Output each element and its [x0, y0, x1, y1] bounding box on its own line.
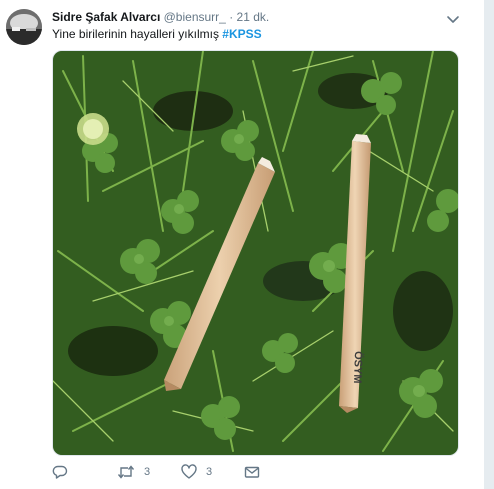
separator-dot: ·	[229, 10, 234, 24]
retweet-button[interactable]: 3	[117, 463, 150, 481]
tweet-actions: 3 3	[52, 463, 472, 481]
pencil-brand-label: ÖSYM	[351, 351, 365, 384]
author-name[interactable]: Sidre Şafak Alvarcı	[52, 10, 160, 24]
reply-button[interactable]	[52, 463, 77, 481]
envelope-icon	[244, 466, 260, 478]
like-count: 3	[206, 466, 213, 478]
author-handle[interactable]: @biensurr_	[164, 10, 226, 24]
tweet-text: Yine birilerinin hayalleri yıkılmış #KPS…	[52, 27, 262, 41]
direct-message-button[interactable]	[244, 463, 260, 481]
retweet-icon	[117, 465, 135, 479]
tweet-photo[interactable]: ÖSYM	[52, 50, 459, 456]
avatar[interactable]	[6, 9, 42, 45]
like-button[interactable]: 3	[181, 463, 212, 481]
hashtag-link[interactable]: #KPSS	[222, 27, 261, 41]
retweet-count: 3	[144, 466, 151, 478]
heart-icon	[181, 464, 197, 479]
tweet-timestamp[interactable]: 21 dk.	[237, 10, 270, 24]
photo-grass-and-pencils: ÖSYM	[53, 51, 458, 455]
tweet-header: Sidre Şafak Alvarcı @biensurr_ · 21 dk.	[52, 10, 269, 24]
reply-icon	[52, 465, 68, 479]
tweet-card[interactable]: Sidre Şafak Alvarcı @biensurr_ · 21 dk. …	[0, 0, 484, 489]
chevron-down-icon[interactable]	[446, 12, 460, 23]
tweet-body: Yine birilerinin hayalleri yıkılmış	[52, 27, 219, 41]
page-scrollbar[interactable]	[484, 0, 494, 489]
